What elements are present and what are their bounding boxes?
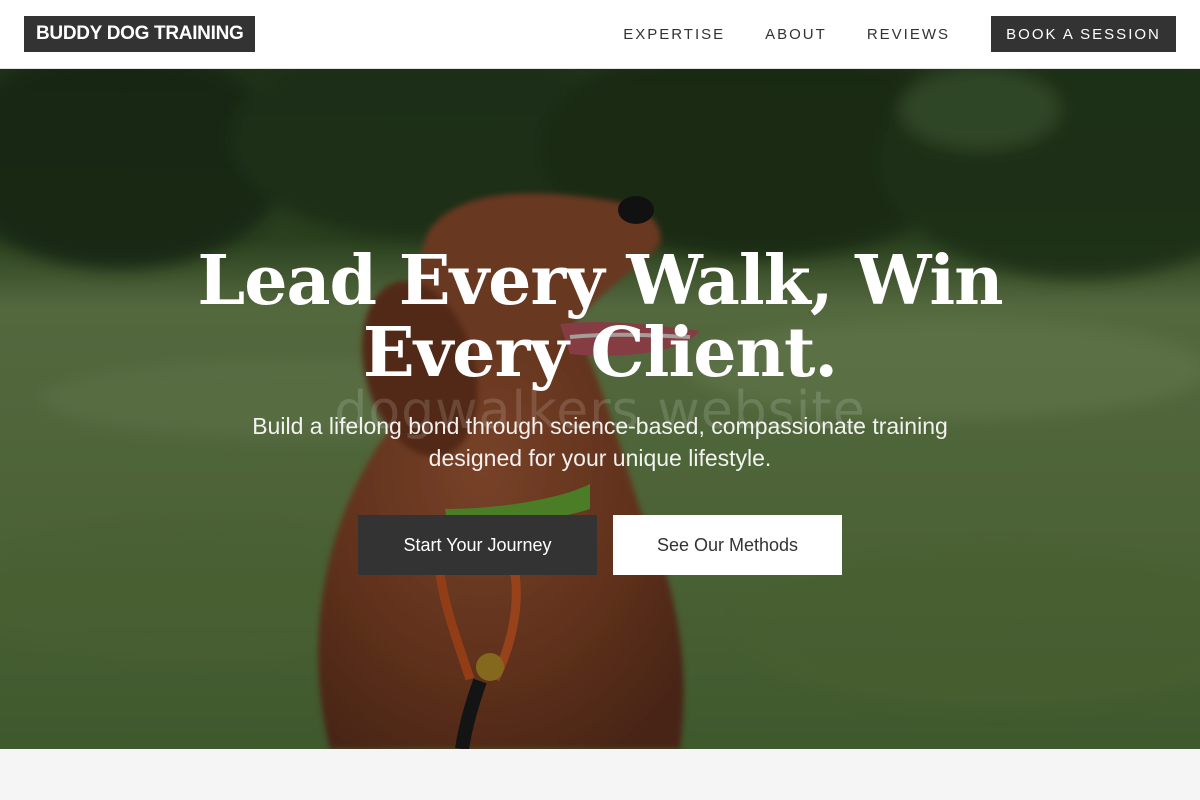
hero-title-line-1: Lead Every Walk, Win: [197, 241, 1003, 321]
hero-section: dogwalkers website Lead Every Walk, Win …: [0, 69, 1200, 749]
next-section: [0, 749, 1200, 800]
book-session-button[interactable]: BOOK A SESSION: [991, 16, 1176, 52]
nav-link-about[interactable]: ABOUT: [765, 26, 827, 43]
logo[interactable]: BUDDY DOG TRAINING: [24, 16, 256, 52]
main-nav: EXPERTISE ABOUT REVIEWS BOOK A SESSION: [583, 16, 1176, 52]
hero-content: Lead Every Walk, Win Every Client. Build…: [0, 69, 1200, 749]
hero-title: Lead Every Walk, Win Every Client.: [150, 245, 1050, 389]
hero-subtitle-line-1: Build a lifelong bond through science-ba…: [252, 413, 948, 439]
hero-title-line-2: Every Client.: [362, 313, 838, 393]
start-journey-button[interactable]: Start Your Journey: [358, 515, 597, 575]
hero-subtitle-line-2: designed for your unique lifestyle.: [428, 445, 772, 471]
hero-subtitle: Build a lifelong bond through science-ba…: [210, 410, 990, 474]
site-header: BUDDY DOG TRAINING EXPERTISE ABOUT REVIE…: [0, 0, 1200, 69]
nav-link-expertise[interactable]: EXPERTISE: [623, 26, 725, 43]
see-methods-button[interactable]: See Our Methods: [613, 515, 842, 575]
nav-link-reviews[interactable]: REVIEWS: [867, 26, 950, 43]
